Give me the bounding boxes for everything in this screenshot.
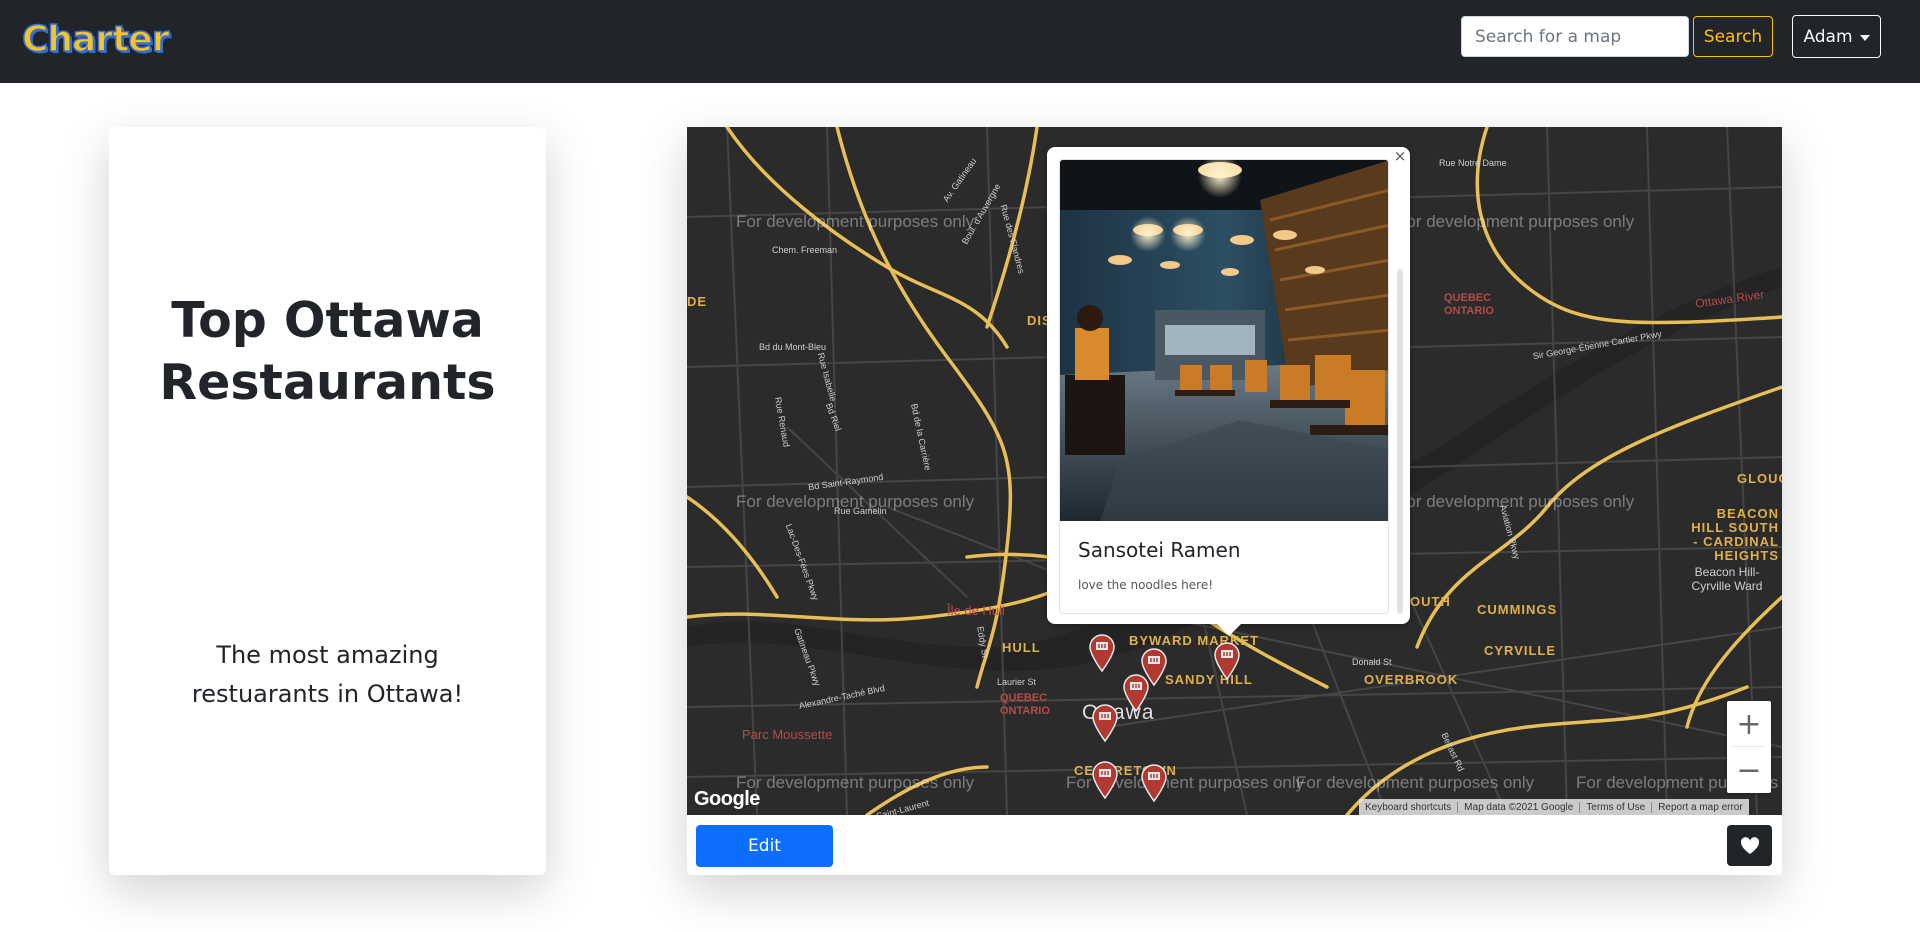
top-navbar: Charter Search Adam	[0, 0, 1920, 83]
region-label: QUEBEC ONTARIO	[1444, 292, 1494, 317]
area-label: CUMMINGS	[1477, 602, 1558, 617]
region-label: QUEBEC ONTARIO	[1000, 692, 1050, 717]
map-title: Top Ottawa Restaurants	[159, 292, 496, 411]
edit-map-button[interactable]: Edit	[696, 825, 833, 867]
street-label: Rue Notre Dame	[1439, 158, 1507, 168]
area-label: OVERBROOK	[1364, 672, 1459, 687]
google-map[interactable]: For development purposes only For develo…	[687, 127, 1782, 815]
restaurant-photo	[1060, 160, 1388, 521]
place-description: love the noodles here!	[1078, 578, 1214, 592]
heart-icon	[1740, 836, 1759, 854]
street-label: Rue Gamelin	[834, 506, 887, 516]
area-label: DE	[687, 294, 708, 309]
restaurant-marker-icon[interactable]	[1139, 763, 1169, 803]
map-search-input[interactable]	[1461, 16, 1689, 57]
zoom-controls: + −	[1727, 701, 1771, 793]
user-name: Adam	[1803, 26, 1853, 47]
street-label: Chem. Freeman	[772, 245, 838, 255]
close-icon[interactable]: ×	[1391, 147, 1409, 165]
map-description: The most amazing restuarants in Ottawa!	[191, 641, 464, 708]
brand-logo[interactable]: Charter	[21, 18, 170, 62]
search-button[interactable]: Search	[1693, 16, 1773, 57]
area-label: GLOUC	[1737, 471, 1782, 486]
street-label: Laurier St	[997, 677, 1037, 687]
info-window-scrollbar[interactable]	[1397, 269, 1403, 614]
terms-of-use-link[interactable]: Terms of Use	[1579, 801, 1651, 813]
area-label: BEACON HILL SOUTH - CARDINAL HEIGHTS	[1691, 506, 1779, 563]
region-label: Île de Hull	[947, 603, 1005, 618]
dev-watermark: For development purposes only	[1296, 773, 1535, 792]
map-card: For development purposes only For develo…	[687, 127, 1782, 875]
restaurant-marker-icon[interactable]	[1087, 633, 1117, 673]
zoom-in-button[interactable]: +	[1727, 701, 1771, 747]
dev-watermark: For development purposes only	[736, 773, 975, 792]
map-info-card: Top Ottawa Restaurants The most amazing …	[109, 127, 546, 875]
restaurant-marker-icon[interactable]	[1090, 703, 1120, 743]
map-data-text: Map data ©2021 Google	[1457, 801, 1579, 813]
marker-info-window: × Sansotei Ramen love the noodles here!	[1047, 147, 1410, 636]
favorite-button[interactable]	[1727, 825, 1772, 866]
area-label: OUTH	[1410, 594, 1451, 609]
user-menu-button[interactable]: Adam	[1792, 15, 1881, 58]
restaurant-marker-icon[interactable]	[1121, 673, 1151, 713]
zoom-out-button[interactable]: −	[1727, 747, 1771, 793]
google-logo[interactable]: Google	[694, 788, 760, 811]
dev-watermark: For development purposes only	[736, 212, 975, 231]
keyboard-shortcuts-link[interactable]: Keyboard shortcuts	[1359, 802, 1457, 813]
chevron-down-icon	[1859, 34, 1870, 41]
dev-watermark: For development purposes only	[1396, 492, 1635, 511]
area-label: HULL	[1002, 640, 1041, 655]
area-label: CYRVILLE	[1484, 643, 1557, 658]
street-label: Bd du Mont-Bleu	[759, 342, 827, 352]
restaurant-marker-icon[interactable]	[1212, 641, 1242, 681]
region-label: Parc Moussette	[742, 727, 833, 742]
restaurant-marker-icon[interactable]	[1090, 760, 1120, 800]
place-name: Sansotei Ramen	[1078, 538, 1241, 562]
dev-watermark: For development purposes only	[1396, 212, 1635, 231]
town-label: Beacon Hill-Cyrville Ward	[1691, 565, 1763, 593]
place-card: Sansotei Ramen love the noodles here!	[1059, 159, 1389, 614]
info-window-tail	[1217, 624, 1241, 636]
map-attribution: Keyboard shortcuts Map data ©2021 Google…	[1359, 799, 1749, 815]
report-map-error-link[interactable]: Report a map error	[1651, 801, 1748, 813]
street-label: Donald St	[1352, 657, 1392, 667]
